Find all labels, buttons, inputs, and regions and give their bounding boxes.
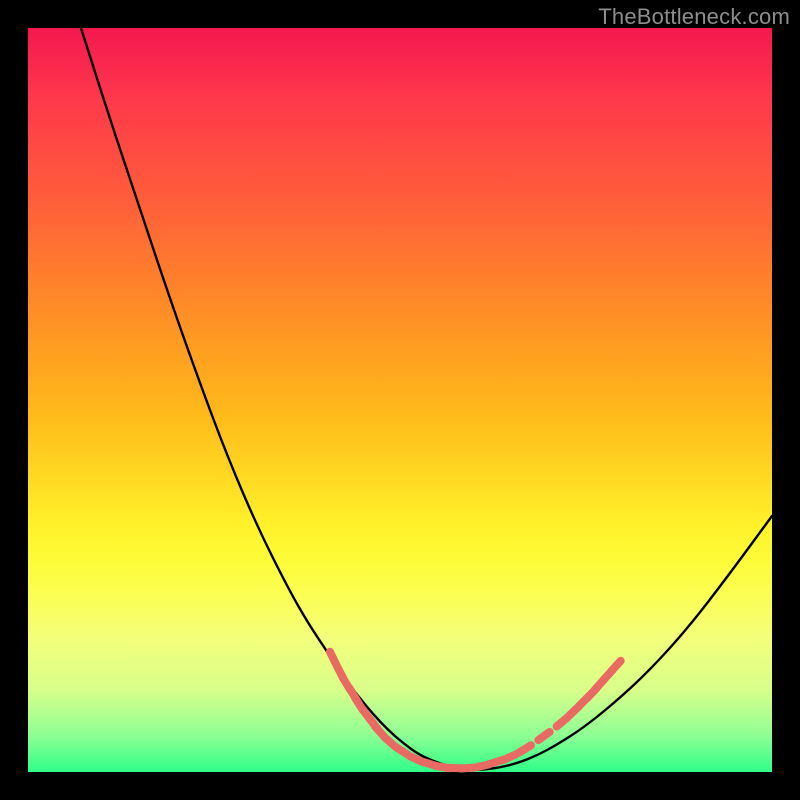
trough-marker — [519, 745, 531, 752]
trough-marker-group — [330, 652, 621, 769]
trough-marker — [504, 754, 517, 760]
watermark-text: TheBottleneck.com — [598, 4, 790, 30]
bottleneck-curve — [81, 28, 772, 770]
chart-frame: TheBottleneck.com — [0, 0, 800, 800]
trough-marker — [557, 718, 568, 727]
trough-marker — [396, 747, 408, 755]
trough-marker — [538, 732, 549, 740]
trough-marker — [611, 661, 620, 671]
curve-layer — [28, 28, 772, 772]
